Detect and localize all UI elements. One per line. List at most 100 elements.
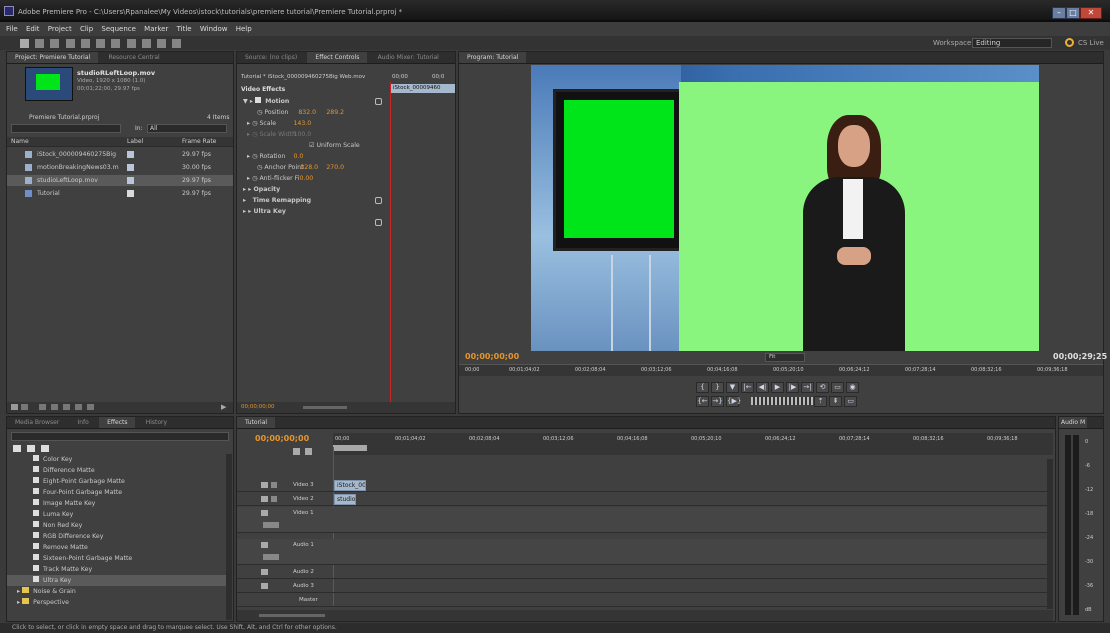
zoom-tool-icon[interactable] [172, 39, 182, 48]
slide-tool-icon[interactable] [126, 39, 136, 48]
reset-icon[interactable] [375, 197, 382, 204]
rolling-edit-tool-icon[interactable] [65, 39, 75, 48]
effect-item[interactable]: Image Matte Key [7, 498, 227, 509]
menu-marker[interactable]: Marker [144, 22, 168, 36]
maximize-button[interactable]: □ [1066, 7, 1080, 19]
scale-value[interactable]: 143.0 [293, 120, 311, 127]
lock-icon[interactable] [271, 482, 277, 488]
speaker-icon[interactable] [261, 583, 268, 589]
loop-icon[interactable]: ⟲ [816, 382, 829, 393]
go-to-in-icon[interactable]: |← [741, 382, 754, 393]
32-bit-effects-icon[interactable] [27, 445, 35, 452]
tab-media-browser[interactable]: Media Browser [7, 417, 67, 428]
ripple-edit-tool-icon[interactable] [50, 39, 60, 48]
eye-icon[interactable] [261, 510, 268, 516]
column-frame-rate[interactable]: Frame Rate [182, 138, 216, 145]
antiflicker-value[interactable]: 0.00 [299, 175, 313, 182]
fit-select[interactable]: Fit [765, 353, 805, 362]
zoom-slider[interactable] [259, 614, 325, 617]
rotation-value[interactable]: 0.0 [293, 153, 303, 160]
effect-folder[interactable]: ▸ Perspective [7, 597, 227, 608]
cs-live-label[interactable]: CS Live [1078, 39, 1104, 47]
step-forward-icon[interactable]: |▶ [786, 382, 799, 393]
automate-to-sequence-icon[interactable] [39, 404, 46, 410]
clear-icon[interactable] [87, 404, 94, 410]
tab-info[interactable]: Info [69, 417, 96, 428]
step-back-icon[interactable]: ◀| [756, 382, 769, 393]
effect-item[interactable]: Difference Matte [7, 465, 227, 476]
tab-audio-mixer[interactable]: Audio Mixer: Tutorial [370, 52, 447, 63]
motion-row[interactable]: ▼ ▸ Motion [237, 96, 390, 107]
go-to-next-edit-icon[interactable]: →} [711, 396, 724, 407]
effect-item[interactable]: Luma Key [7, 509, 227, 520]
expand-icon[interactable]: ▸ ◷ [247, 120, 259, 127]
menu-window[interactable]: Window [200, 22, 228, 36]
extract-icon[interactable]: ⇞ [829, 396, 843, 407]
snap-icon[interactable] [293, 448, 300, 455]
expand-icon[interactable]: ▸ ◷ [247, 131, 259, 138]
effects-scrollbar[interactable] [226, 454, 232, 620]
tab-source[interactable]: Source: (no clips) [237, 52, 305, 63]
effect-item[interactable]: Sixteen-Point Garbage Matte [7, 553, 227, 564]
clip-studio[interactable]: studio [334, 494, 356, 505]
effect-item[interactable]: Color Key [7, 454, 227, 465]
project-row[interactable]: motionBreakingNews03.m 30.00 fps [7, 162, 233, 173]
mark-out-icon[interactable]: } [711, 382, 724, 393]
project-row[interactable]: iStock_000009460275Big 29.97 fps [7, 149, 233, 160]
column-name[interactable]: Name [11, 138, 29, 145]
new-item-icon[interactable] [75, 404, 82, 410]
reset-icon[interactable] [375, 219, 382, 226]
anchor-x-value[interactable]: 328.0 [300, 162, 326, 173]
jog-shuttle[interactable] [751, 397, 813, 405]
set-marker-icon[interactable]: ▼ [726, 382, 739, 393]
menu-title[interactable]: Title [177, 22, 192, 36]
position-x-value[interactable]: 832.0 [298, 107, 326, 118]
anchor-y-value[interactable]: 270.0 [326, 164, 344, 171]
close-button[interactable]: ✕ [1080, 7, 1102, 19]
opacity-row[interactable]: ▸ ▸ Opacity [237, 184, 390, 195]
export-frame-icon[interactable]: ◉ [846, 382, 859, 393]
effect-item[interactable]: Non Red Key [7, 520, 227, 531]
icon-view-icon[interactable] [21, 404, 28, 410]
trim-monitor-icon[interactable]: ▭ [844, 396, 858, 407]
effect-item[interactable]: Track Matte Key [7, 564, 227, 575]
tab-program[interactable]: Program: Tutorial [459, 52, 527, 63]
expand-icon[interactable]: ▸ ▸ [243, 186, 254, 193]
keyframe-nav-icon[interactable] [263, 554, 279, 560]
hand-tool-icon[interactable] [157, 39, 167, 48]
razor-tool-icon[interactable] [96, 39, 106, 48]
in-select[interactable]: All [147, 124, 227, 133]
stopwatch-icon[interactable]: ◷ [257, 109, 264, 116]
work-area-bar[interactable] [333, 445, 367, 451]
tab-effect-controls[interactable]: Effect Controls [307, 52, 368, 63]
selection-tool-icon[interactable] [20, 39, 29, 48]
expand-icon[interactable]: ▼ ▸ [243, 98, 255, 105]
lift-icon[interactable]: ⇡ [814, 396, 828, 407]
tab-effects[interactable]: Effects [99, 417, 136, 428]
minimize-button[interactable]: – [1052, 7, 1066, 19]
ultra-key-row[interactable]: ▸ ▸ Ultra Key [237, 206, 390, 217]
keyframe-nav-icon[interactable] [263, 522, 279, 528]
menu-clip[interactable]: Clip [80, 22, 93, 36]
ec-zoom-slider[interactable] [303, 406, 347, 409]
expand-icon[interactable]: ▸ ◷ [247, 153, 259, 160]
go-to-previous-edit-icon[interactable]: {← [696, 396, 709, 407]
timeline-zoom-bar[interactable] [237, 610, 1053, 621]
project-row[interactable]: Tutorial 29.97 fps [7, 188, 233, 199]
marker-icon[interactable] [305, 448, 312, 455]
yuv-effects-icon[interactable] [41, 445, 49, 452]
eye-icon[interactable] [261, 482, 268, 488]
pen-tool-icon[interactable] [141, 39, 151, 48]
tab-tutorial-sequence[interactable]: Tutorial [237, 417, 276, 428]
play-icon[interactable]: ▶ [771, 382, 784, 393]
tab-audio-meters[interactable]: Audio M [1059, 417, 1088, 428]
find-icon[interactable] [51, 404, 58, 410]
program-timecode[interactable]: 00;00;00;00 [465, 352, 519, 361]
expand-icon[interactable]: ▸ [243, 197, 253, 204]
scroll-right-icon[interactable]: ▶ [221, 403, 226, 411]
expand-icon[interactable]: ▸ ◷ [247, 175, 259, 182]
program-ruler[interactable]: 00;00 00;01;04;02 00;02;08;04 00;03;12;0… [459, 364, 1103, 376]
effects-search[interactable] [11, 432, 229, 441]
speaker-icon[interactable] [261, 569, 268, 575]
go-to-out-icon[interactable]: →| [801, 382, 814, 393]
